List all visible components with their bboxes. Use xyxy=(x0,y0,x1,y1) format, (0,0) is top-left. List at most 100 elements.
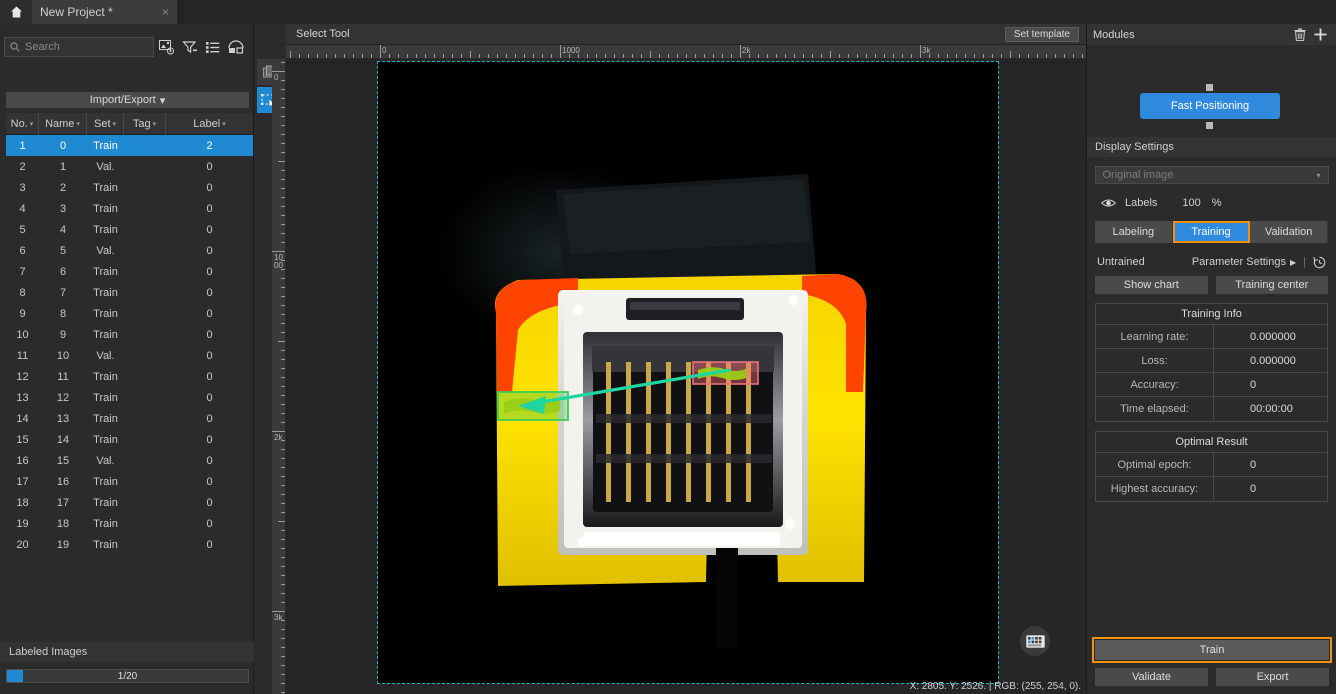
table-row[interactable]: 4 3 Train 0 xyxy=(6,198,253,219)
training-status: Untrained xyxy=(1097,256,1145,268)
show-chart-button[interactable]: Show chart xyxy=(1095,276,1208,294)
table-row[interactable]: 19 18 Train 0 xyxy=(6,513,253,534)
table-cell-tag xyxy=(124,408,166,429)
table-cell-name: 9 xyxy=(59,328,67,341)
ruler-tick xyxy=(767,54,768,58)
table-cell-label: 0 xyxy=(206,475,213,488)
column-header-no[interactable]: No. ▾ xyxy=(6,112,39,135)
search-input[interactable]: Search xyxy=(4,37,154,57)
ruler-tick xyxy=(1046,54,1047,58)
export-button[interactable]: Export xyxy=(1216,668,1329,686)
ruler-tick xyxy=(740,45,741,58)
table-row[interactable]: 11 10 Val. 0 xyxy=(6,345,253,366)
table-cell-name: 12 xyxy=(56,391,70,404)
ruler-tick xyxy=(281,683,285,684)
module-node-fast-positioning[interactable]: Fast Positioning xyxy=(1140,93,1280,119)
set-template-button[interactable]: Set template xyxy=(1004,27,1079,42)
table-row[interactable]: 1 0 Train 2 xyxy=(6,135,253,156)
info-row-value: 0.000000 xyxy=(1250,330,1296,343)
modules-canvas[interactable]: Fast Positioning xyxy=(1087,45,1336,137)
table-row[interactable]: 18 17 Train 0 xyxy=(6,492,253,513)
column-header-set[interactable]: Set ▾ xyxy=(87,112,124,135)
table-cell-tag xyxy=(124,534,166,555)
labels-value[interactable]: 100 xyxy=(1182,197,1200,209)
home-button[interactable] xyxy=(0,0,32,24)
trash-icon[interactable] xyxy=(1290,28,1310,41)
image-settings-icon[interactable] xyxy=(157,37,177,57)
column-header-tag-label: Tag xyxy=(132,117,151,130)
table-row[interactable]: 12 11 Train 0 xyxy=(6,366,253,387)
table-row[interactable]: 5 4 Train 0 xyxy=(6,219,253,240)
labels-label: Labels xyxy=(1125,197,1158,209)
import-export-button[interactable]: Import/Export ▾ xyxy=(6,92,249,108)
column-header-name[interactable]: Name ▾ xyxy=(39,112,87,135)
table-cell-no: 5 xyxy=(19,223,26,236)
layout-icon[interactable] xyxy=(226,37,246,57)
module-handle-top[interactable] xyxy=(1206,84,1213,91)
table-row[interactable]: 2 1 Val. 0 xyxy=(6,156,253,177)
ruler-tick xyxy=(281,548,285,549)
project-tab[interactable]: New Project * × xyxy=(32,0,177,24)
image-mode-select[interactable]: Original image ▾ xyxy=(1094,166,1329,184)
ruler-tick xyxy=(434,54,435,58)
panel-tabs: Labeling Training Validation xyxy=(1095,221,1329,243)
table-cell-set: Train xyxy=(93,202,118,215)
filter-icon[interactable] xyxy=(180,37,200,57)
table-row[interactable]: 9 8 Train 0 xyxy=(6,303,253,324)
ruler-tick xyxy=(281,575,285,576)
right-sidebar: Modules Fast Positioning Display Setting… xyxy=(1086,24,1336,694)
ruler-tick xyxy=(596,54,597,58)
plus-icon[interactable] xyxy=(1310,28,1330,41)
list-view-icon[interactable] xyxy=(203,37,223,57)
training-center-button[interactable]: Training center xyxy=(1215,276,1328,294)
parameter-settings-button[interactable]: Parameter Settings ▶ xyxy=(1192,256,1296,268)
table-row[interactable]: 16 15 Val. 0 xyxy=(6,450,253,471)
column-header-tag[interactable]: Tag ▾ xyxy=(124,112,166,135)
info-row-key: Accuracy: xyxy=(1096,373,1214,396)
ruler-tick xyxy=(380,45,381,58)
train-button[interactable]: Train xyxy=(1092,637,1332,663)
table-row[interactable]: 3 2 Train 0 xyxy=(6,177,253,198)
ruler-tick xyxy=(281,107,285,108)
training-info-title: Training Info xyxy=(1096,304,1327,325)
table-cell-tag xyxy=(124,135,166,156)
table-row[interactable]: 15 14 Train 0 xyxy=(6,429,253,450)
ruler-tick xyxy=(578,54,579,58)
tab-validation[interactable]: Validation xyxy=(1250,221,1329,243)
table-row[interactable]: 8 7 Train 0 xyxy=(6,282,253,303)
table-cell-no: 13 xyxy=(16,391,29,404)
history-icon[interactable] xyxy=(1313,256,1326,269)
tab-labeling[interactable]: Labeling xyxy=(1095,221,1173,243)
image-canvas[interactable] xyxy=(377,61,999,684)
ruler-tick xyxy=(839,54,840,58)
close-icon[interactable]: × xyxy=(156,5,169,19)
table-cell-set: Train xyxy=(93,412,118,425)
table-row[interactable]: 6 5 Val. 0 xyxy=(6,240,253,261)
table-row[interactable]: 20 19 Train 0 xyxy=(6,534,253,555)
table-row[interactable]: 14 13 Train 0 xyxy=(6,408,253,429)
modules-header: Modules xyxy=(1087,24,1336,45)
ruler-tick xyxy=(1082,54,1083,58)
left-sidebar: Search Import/Export ▾ No. ▾ Name ▾ Set … xyxy=(0,24,254,694)
table-cell-no: 20 xyxy=(16,538,29,551)
ruler-tick xyxy=(281,458,285,459)
validate-button[interactable]: Validate xyxy=(1095,668,1208,686)
ruler-tick xyxy=(281,359,285,360)
table-cell-set: Val. xyxy=(96,244,115,257)
tab-training[interactable]: Training xyxy=(1172,221,1251,243)
ruler-tick xyxy=(488,54,489,58)
ruler-tick xyxy=(560,45,561,58)
column-header-label[interactable]: Label ▾ xyxy=(166,113,253,135)
table-row[interactable]: 17 16 Train 0 xyxy=(6,471,253,492)
table-cell-label: 0 xyxy=(206,244,213,257)
table-row[interactable]: 10 9 Train 0 xyxy=(6,324,253,345)
image-table: No. ▾ Name ▾ Set ▾ Tag ▾ Label ▾ 1 0 Tra… xyxy=(6,112,253,555)
canvas-tool-label: Select Tool xyxy=(296,28,350,40)
table-row[interactable]: 7 6 Train 0 xyxy=(6,261,253,282)
eye-icon[interactable] xyxy=(1101,198,1116,208)
module-handle-bottom[interactable] xyxy=(1206,122,1213,129)
ruler-tick xyxy=(416,54,417,58)
table-row[interactable]: 13 12 Train 0 xyxy=(6,387,253,408)
canvas-viewport[interactable]: X: 2805. Y: 2526. | RGB: (255, 254, 0). xyxy=(286,59,1086,694)
keyboard-shortcut-button[interactable] xyxy=(1020,626,1050,656)
